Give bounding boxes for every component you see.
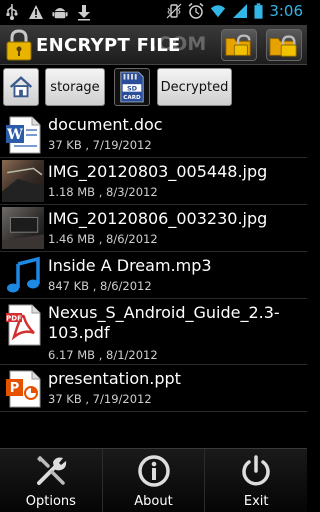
signal-icon (233, 4, 248, 18)
powerpoint-icon: P (6, 370, 41, 408)
info-icon (137, 455, 170, 487)
exit-label: Exit (243, 494, 269, 509)
battery-icon (254, 3, 263, 19)
alarm-icon (188, 2, 204, 19)
svg-text:W: W (6, 127, 23, 143)
bottom-menu: Options About Exit (0, 448, 307, 512)
watermark-text: .COM (150, 33, 207, 55)
status-bar: 3:06 (0, 0, 307, 25)
decrypted-label: Decrypted (160, 79, 229, 95)
about-label: About (134, 494, 173, 509)
download-icon (78, 5, 90, 21)
sdcard-button[interactable]: SD CARD (114, 68, 150, 106)
padlock-icon (6, 29, 32, 61)
file-name: document.doc (48, 115, 163, 134)
svg-text:SD: SD (127, 85, 138, 93)
file-name: presentation.ppt (48, 369, 181, 388)
file-meta: 37 KB , 7/19/2012 (48, 138, 152, 152)
file-name: Inside A Dream.mp3 (48, 256, 212, 275)
home-icon (9, 76, 33, 98)
music-note-icon (7, 256, 40, 293)
file-name: IMG_20120803_005448.jpg (48, 162, 268, 181)
storage-button[interactable]: storage (45, 68, 105, 106)
title-bar: ENCRYPT FILE .COM (0, 25, 307, 65)
power-icon (242, 455, 270, 486)
about-button[interactable]: About (103, 449, 206, 512)
file-meta: 37 KB , 7/19/2012 (48, 392, 152, 406)
svg-text:CARD: CARD (123, 95, 141, 101)
exit-button[interactable]: Exit (205, 449, 307, 512)
usb-icon (6, 4, 18, 20)
home-button[interactable] (3, 68, 39, 106)
file-list: W document.doc 37 KB , 7/19/2012 IMG_201… (0, 111, 307, 412)
list-item[interactable]: IMG_20120803_005448.jpg 1.18 MB , 8/3/20… (0, 158, 307, 205)
list-item[interactable]: IMG_20120806_003230.jpg 1.46 MB , 8/6/20… (0, 205, 307, 252)
path-nav: storage SD CARD Decrypted (0, 66, 307, 110)
unlocked-folder-icon (225, 34, 251, 56)
unlock-folder-button[interactable] (221, 29, 257, 61)
lock-folder-button[interactable] (266, 29, 302, 61)
pdf-icon: PDF (6, 304, 41, 346)
warning-icon (29, 5, 43, 19)
image-thumbnail (2, 207, 44, 249)
list-item[interactable]: W document.doc 37 KB , 7/19/2012 (0, 111, 307, 158)
file-name: Nexus_S_Android_Guide_2.3-103.pdf (48, 303, 280, 342)
sd-card-icon: SD CARD (120, 71, 144, 103)
decrypted-button[interactable]: Decrypted (157, 68, 232, 106)
list-item[interactable]: Inside A Dream.mp3 847 KB , 8/6/2012 (0, 252, 307, 299)
svg-text:PDF: PDF (6, 315, 22, 323)
file-meta: 6.17 MB , 8/1/2012 (48, 348, 158, 362)
list-item[interactable]: P presentation.ppt 37 KB , 7/19/2012 (0, 365, 307, 412)
tools-icon (36, 456, 66, 485)
android-icon (52, 8, 68, 19)
file-meta: 847 KB , 8/6/2012 (48, 279, 152, 293)
image-thumbnail (2, 160, 44, 202)
wifi-icon (211, 5, 226, 18)
options-button[interactable]: Options (0, 449, 103, 512)
file-meta: 1.18 MB , 8/3/2012 (48, 185, 158, 199)
clock: 3:06 (269, 2, 303, 20)
svg-text:P: P (10, 381, 20, 396)
options-label: Options (25, 494, 76, 509)
file-meta: 1.46 MB , 8/6/2012 (48, 232, 158, 246)
file-name: IMG_20120806_003230.jpg (48, 209, 268, 228)
list-item[interactable]: PDF Nexus_S_Android_Guide_2.3-103.pdf 6.… (0, 299, 307, 365)
storage-label: storage (50, 79, 100, 95)
vibrate-icon (166, 3, 182, 19)
word-doc-icon: W (6, 116, 41, 154)
locked-folder-icon (269, 35, 297, 57)
